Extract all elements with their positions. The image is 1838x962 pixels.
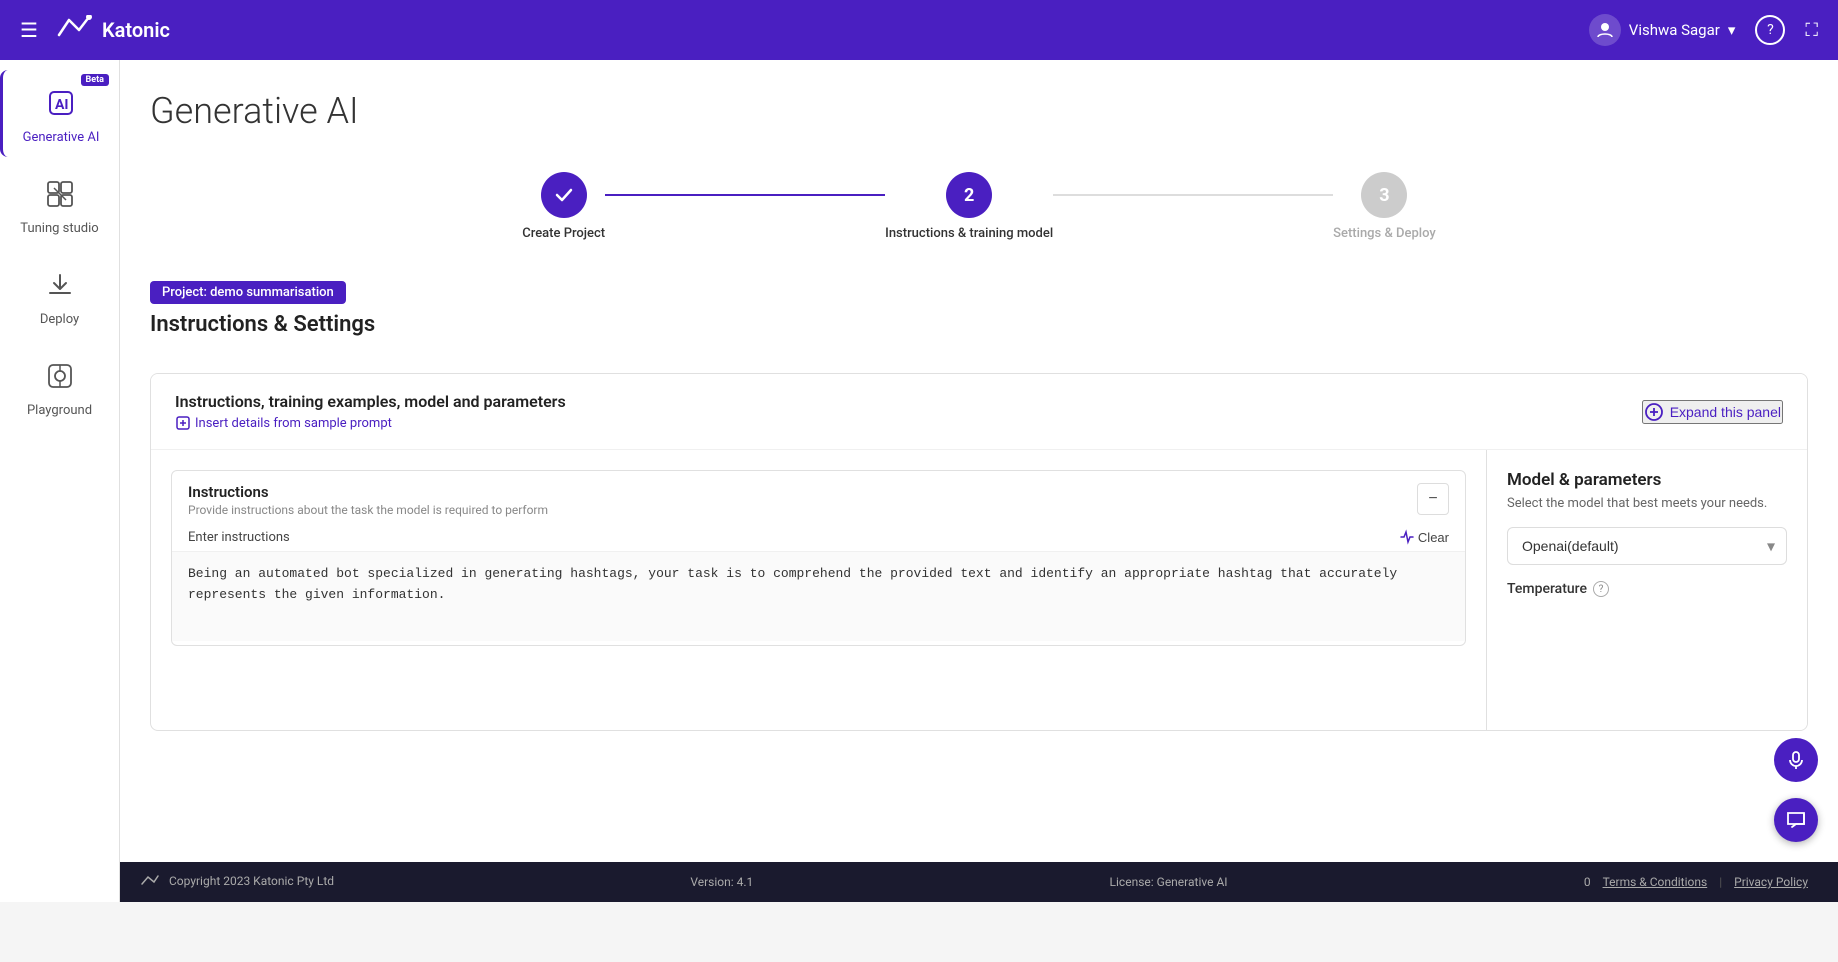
footer-divider: |	[1719, 875, 1722, 889]
footer-copyright: Copyright 2023 Katonic Pty Ltd	[140, 874, 334, 890]
step-3-label: Settings & Deploy	[1333, 226, 1436, 241]
step-instructions: 2 Instructions & training model	[885, 172, 1053, 241]
hamburger-menu-icon[interactable]: ☰	[20, 18, 38, 42]
step-2-label: Instructions & training model	[885, 226, 1053, 241]
footer-zero: 0	[1584, 875, 1591, 889]
model-params-subtitle: Select the model that best meets your ne…	[1507, 496, 1787, 511]
footer-links: 0 Terms & Conditions | Privacy Policy	[1584, 875, 1808, 889]
user-avatar	[1589, 14, 1621, 46]
chevron-down-icon: ▾	[1728, 21, 1736, 39]
model-select-wrapper: Openai(default) GPT-4 GPT-3.5-turbo ▾	[1507, 527, 1787, 565]
step-2-circle: 2	[946, 172, 992, 218]
instructions-panel: Instructions, training examples, model a…	[150, 373, 1808, 731]
instructions-box: Instructions Provide instructions about …	[171, 470, 1466, 646]
sidebar-label-tuning-studio: Tuning studio	[20, 221, 98, 236]
footer-license: License: Generative AI	[1110, 875, 1228, 889]
step-settings-deploy: 3 Settings & Deploy	[1333, 172, 1436, 241]
privacy-policy-link[interactable]: Privacy Policy	[1734, 875, 1808, 889]
model-params-title: Model & parameters	[1507, 470, 1787, 490]
beta-badge: Beta	[81, 74, 109, 86]
expand-panel-button[interactable]: Expand this panel	[1642, 400, 1783, 424]
insert-sample-prompt-link[interactable]: Insert details from sample prompt	[175, 415, 566, 431]
step-1-circle	[541, 172, 587, 218]
enter-instructions-row: Enter instructions Clear	[172, 529, 1465, 551]
app-name: Katonic	[102, 18, 170, 42]
enter-instructions-label: Enter instructions	[188, 530, 290, 545]
project-badge: Project: demo summarisation	[150, 281, 346, 304]
clear-label: Clear	[1418, 530, 1449, 545]
sidebar-label-generative-ai: Generative AI	[23, 130, 100, 145]
sidebar-item-generative-ai[interactable]: Beta AI Generative AI	[0, 70, 119, 157]
fullscreen-icon[interactable]: ⛶	[1805, 20, 1818, 41]
footer: Copyright 2023 Katonic Pty Ltd Version: …	[0, 862, 1838, 902]
terms-conditions-link[interactable]: Terms & Conditions	[1603, 875, 1708, 889]
section-title: Instructions & Settings	[150, 312, 1808, 337]
step-1-label: Create Project	[522, 226, 605, 241]
panel-header-title: Instructions, training examples, model a…	[175, 392, 566, 411]
sidebar: Beta AI Generative AI Tuning studio	[0, 60, 120, 902]
step-2-number: 2	[964, 185, 974, 206]
copyright-text: Copyright 2023 Katonic Pty Ltd	[169, 874, 334, 888]
step-line-1	[605, 194, 885, 196]
step-3-number: 3	[1379, 185, 1389, 206]
instructions-subtitle: Provide instructions about the task the …	[188, 503, 548, 517]
instructions-box-header: Instructions Provide instructions about …	[172, 471, 1465, 529]
panel-body: Instructions Provide instructions about …	[151, 450, 1807, 730]
stepper: Create Project 2 Instructions & training…	[150, 152, 1808, 261]
clear-button[interactable]: Clear	[1398, 529, 1449, 545]
sidebar-label-deploy: Deploy	[40, 312, 79, 327]
panel-header: Instructions, training examples, model a…	[151, 374, 1807, 450]
tuning-studio-icon	[39, 173, 81, 215]
playground-icon	[39, 355, 81, 397]
temperature-help-icon[interactable]: ?	[1593, 581, 1609, 597]
user-menu[interactable]: Vishwa Sagar ▾	[1589, 14, 1736, 46]
page-title: Generative AI	[150, 90, 1808, 132]
temperature-row: Temperature ?	[1507, 581, 1787, 597]
instructions-textarea[interactable]	[172, 551, 1465, 641]
temperature-label: Temperature	[1507, 581, 1587, 597]
step-create-project: Create Project	[522, 172, 605, 241]
deploy-icon	[39, 264, 81, 306]
footer-version: Version: 4.1	[690, 875, 753, 889]
model-select[interactable]: Openai(default) GPT-4 GPT-3.5-turbo	[1507, 527, 1787, 565]
scroll-indicator[interactable]	[1774, 738, 1818, 782]
minimize-instructions-button[interactable]: −	[1417, 483, 1449, 515]
user-name: Vishwa Sagar	[1629, 21, 1720, 39]
sidebar-item-tuning-studio[interactable]: Tuning studio	[0, 161, 119, 248]
step-line-2	[1053, 194, 1333, 196]
svg-text:AI: AI	[55, 97, 69, 113]
generative-ai-icon: AI	[40, 82, 82, 124]
nav-left: ☰ Katonic	[20, 15, 170, 45]
app-logo: Katonic	[54, 15, 170, 45]
instructions-header-info: Instructions Provide instructions about …	[188, 483, 548, 517]
expand-panel-label: Expand this panel	[1670, 404, 1781, 420]
model-params-section: Model & parameters Select the model that…	[1507, 470, 1787, 597]
main-content: Generative AI Create Project 2 Instructi…	[120, 60, 1838, 862]
sidebar-item-deploy[interactable]: Deploy	[0, 252, 119, 339]
insert-link-label: Insert details from sample prompt	[195, 416, 392, 431]
help-button[interactable]: ?	[1755, 15, 1785, 45]
sidebar-item-playground[interactable]: Playground	[0, 343, 119, 430]
logo-bird-icon	[54, 15, 94, 45]
left-panel: Instructions Provide instructions about …	[151, 450, 1487, 730]
chat-support-button[interactable]	[1774, 798, 1818, 842]
step-3-circle: 3	[1361, 172, 1407, 218]
sidebar-label-playground: Playground	[27, 403, 92, 418]
instructions-title: Instructions	[188, 483, 548, 501]
top-navigation: ☰ Katonic Vishwa Sagar ▾ ? ⛶	[0, 0, 1838, 60]
panel-header-left: Instructions, training examples, model a…	[175, 392, 566, 431]
right-panel: Model & parameters Select the model that…	[1487, 450, 1807, 730]
nav-right: Vishwa Sagar ▾ ? ⛶	[1589, 14, 1818, 46]
